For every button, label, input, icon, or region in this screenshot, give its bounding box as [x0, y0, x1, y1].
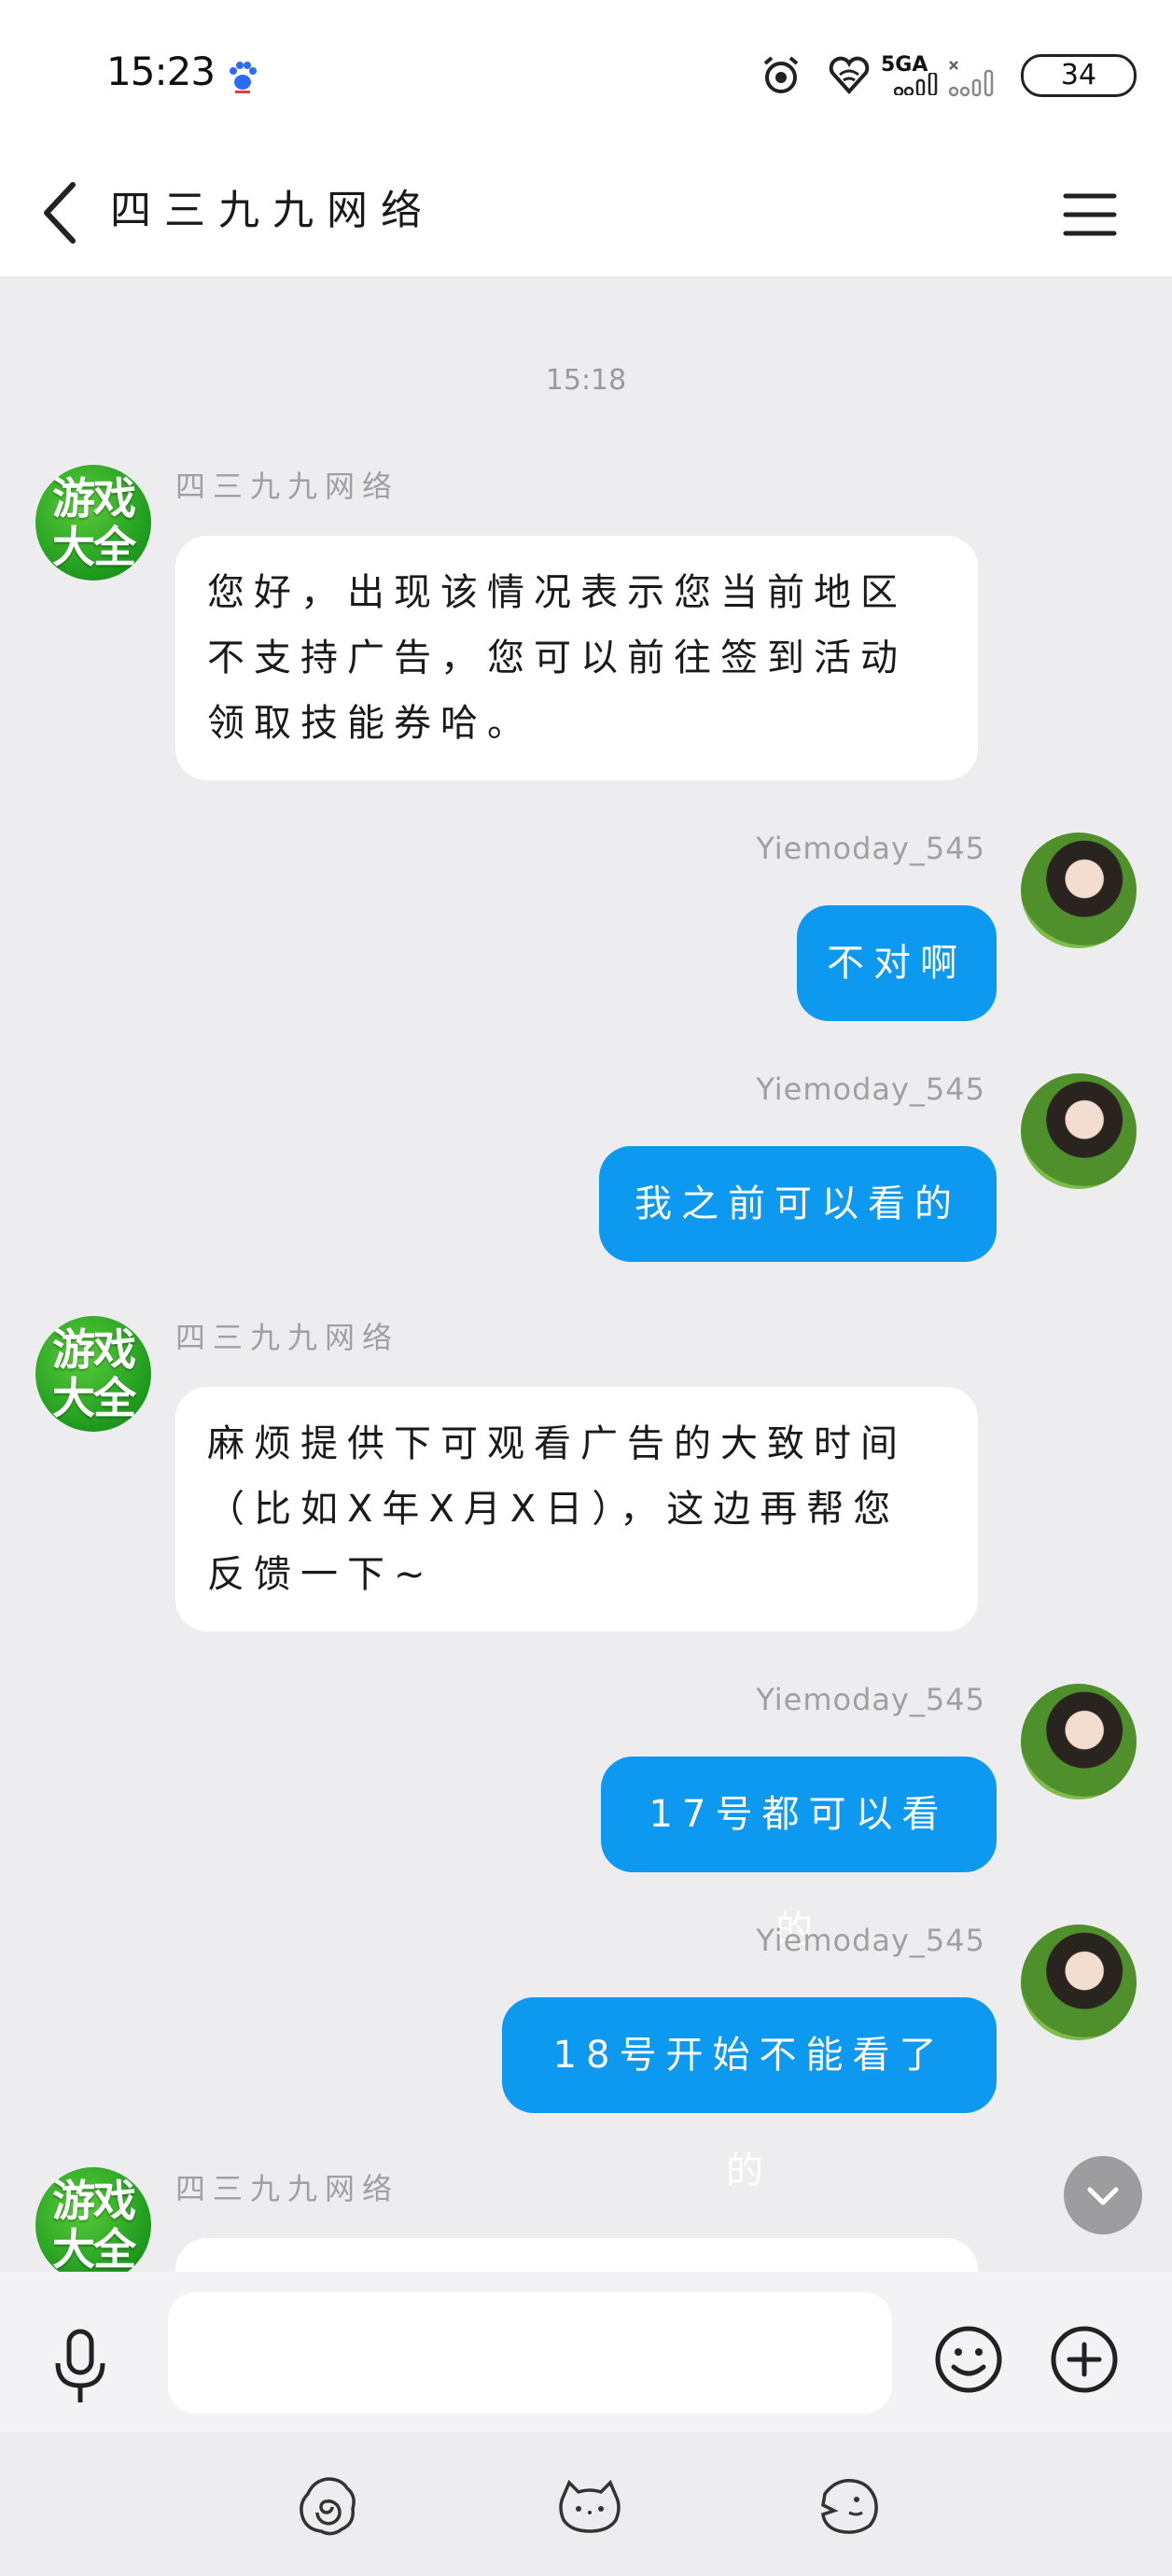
chat-title: 四三九九网络 [110, 187, 435, 234]
plus-icon[interactable] [1049, 2324, 1120, 2395]
app-avatar[interactable]: 游戏 大全 [35, 2167, 151, 2272]
sender-name: 四三九九网络 [175, 1320, 400, 1355]
message-input-bar [0, 2272, 1172, 2432]
avatar-logo-text: 游戏 大全 [52, 473, 136, 572]
avatar-logo-text: 游戏 大全 [52, 1324, 136, 1423]
nav-cat-face-icon[interactable] [556, 2473, 623, 2539]
microphone-icon[interactable] [49, 2328, 112, 2406]
avatar-logo-text: 游戏 大全 [52, 2176, 136, 2272]
signal-bars-2-icon [948, 61, 994, 97]
message-list[interactable]: 15:18 游戏 大全 四三九九网络 您好，出现该情况表示您当前地区不支持广告，… [0, 276, 1172, 2272]
baidu-paw-icon [230, 62, 257, 93]
user-avatar[interactable] [1021, 1073, 1137, 1189]
message-bubble-outgoing[interactable]: 18号开始不能看了的 [502, 1997, 997, 2192]
user-avatar[interactable] [1021, 1925, 1137, 2040]
sender-name: Yiemoday_545 [756, 1682, 985, 1717]
chevron-down-icon [1087, 2187, 1119, 2205]
sender-name: Yiemoday_545 [756, 831, 985, 866]
scroll-to-bottom-button[interactable] [1064, 2156, 1142, 2234]
signal-bars-icon [894, 73, 938, 95]
emoji-icon[interactable] [933, 2324, 1004, 2395]
back-arrow-icon[interactable] [37, 177, 84, 248]
app-avatar[interactable]: 游戏 大全 [35, 1316, 151, 1432]
nav-swirl-icon[interactable] [295, 2473, 360, 2539]
message-bubble-incoming[interactable]: 麻烦提供下可观看广告的大致时间（比如X年X月X日），这边再帮您反馈一下~ [175, 1387, 978, 1631]
message-bubble-incoming[interactable]: 您好，出现该情况表示您当前地区不支持广告，您可以前往签到活动领取技能券哈。 [175, 536, 978, 780]
system-nav-bar [0, 2432, 1172, 2576]
user-avatar[interactable] [1021, 1684, 1137, 1799]
user-avatar[interactable] [1021, 833, 1137, 948]
message-bubble-outgoing[interactable]: 不对啊 [797, 905, 997, 1021]
hamburger-menu-icon[interactable] [1062, 181, 1118, 246]
status-bar: 15:23 5GA 34 [0, 0, 1172, 149]
nav-fish-face-icon[interactable] [816, 2473, 881, 2539]
message-bubble-outgoing[interactable]: 17号都可以看的 [601, 1757, 997, 1952]
sender-name: Yiemoday_545 [756, 1923, 985, 1958]
app-avatar[interactable]: 游戏 大全 [35, 465, 151, 581]
chat-header: 四三九九网络 [0, 149, 1172, 276]
battery-indicator: 34 [1021, 54, 1137, 97]
alarm-icon [763, 56, 799, 93]
sender-name: 四三九九网络 [175, 469, 400, 504]
status-time: 15:23 [106, 49, 216, 94]
message-timestamp: 15:18 [545, 364, 627, 397]
sender-name: 四三九九网络 [175, 2171, 400, 2206]
sender-name: Yiemoday_545 [756, 1071, 985, 1107]
message-bubble-incoming[interactable] [175, 2238, 978, 2272]
top-area: 15:23 5GA 34 四三九九网络 [0, 0, 1172, 276]
message-bubble-outgoing[interactable]: 我之前可以看的 [599, 1146, 997, 1262]
message-input[interactable] [168, 2292, 892, 2414]
wifi-heart-icon [829, 56, 870, 94]
